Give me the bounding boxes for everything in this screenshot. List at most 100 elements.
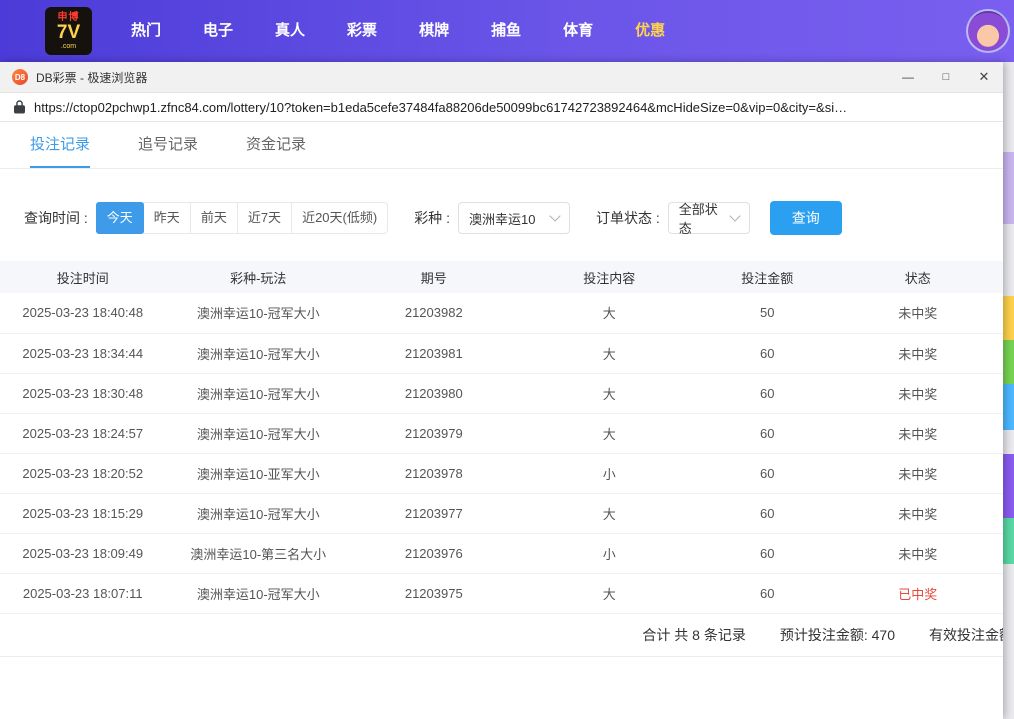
table-cell: 21203980 <box>351 373 516 413</box>
tab-1[interactable]: 追号记录 <box>138 122 198 168</box>
status-cell: 未中奖 <box>832 413 1003 453</box>
background-color-block <box>1003 340 1014 384</box>
table-row: 2025-03-23 18:09:49澳洲幸运10-第三名大小21203976小… <box>0 533 1003 573</box>
table-cell: 小 <box>517 453 703 493</box>
table-cell: 澳洲幸运10-亚军大小 <box>165 453 351 493</box>
table-cell: 澳洲幸运10-冠军大小 <box>165 293 351 333</box>
table-cell: 2025-03-23 18:09:49 <box>0 533 165 573</box>
status-cell: 未中奖 <box>832 453 1003 493</box>
site-logo[interactable]: 申博 7V .com <box>45 7 92 55</box>
footer-total-count: 合计 共 8 条记录 <box>642 625 745 645</box>
nav-item-7[interactable]: 优惠 <box>614 0 686 62</box>
status-cell: 未中奖 <box>832 373 1003 413</box>
table-cell: 澳洲幸运10-第三名大小 <box>165 533 351 573</box>
table-cell: 60 <box>702 533 832 573</box>
time-option-4[interactable]: 近20天(低频) <box>291 202 388 234</box>
status-cell: 已中奖 <box>832 573 1003 613</box>
tab-0[interactable]: 投注记录 <box>30 122 90 168</box>
table-header-row: 投注时间彩种-玩法期号投注内容投注金额状态 <box>0 261 1003 293</box>
table-cell: 60 <box>702 453 832 493</box>
footer-valid-amount: 有效投注金额 <box>929 625 1003 645</box>
table-row: 2025-03-23 18:07:11澳洲幸运10-冠军大小21203975大6… <box>0 573 1003 613</box>
column-header: 状态 <box>832 261 1003 293</box>
background-color-block <box>1003 454 1014 518</box>
column-header: 投注内容 <box>517 261 703 293</box>
status-cell: 未中奖 <box>832 493 1003 533</box>
browser-app-icon: D8 <box>12 69 28 85</box>
maximize-button[interactable]: □ <box>927 62 965 92</box>
status-cell: 未中奖 <box>832 333 1003 373</box>
background-color-block <box>1003 384 1014 430</box>
close-button[interactable]: ✕ <box>965 62 1003 92</box>
background-color-block <box>1003 518 1014 564</box>
column-header: 投注时间 <box>0 261 165 293</box>
status-filter-label: 订单状态 : <box>596 208 660 228</box>
lottery-select-value: 澳洲幸运10 <box>469 209 535 228</box>
table-cell: 21203976 <box>351 533 516 573</box>
table-cell: 21203975 <box>351 573 516 613</box>
table-cell: 大 <box>517 333 703 373</box>
totals-bar: 合计 共 8 条记录 预计投注金额: 470 有效投注金额 <box>0 614 1003 657</box>
bet-records-table: 投注时间彩种-玩法期号投注内容投注金额状态 2025-03-23 18:40:4… <box>0 261 1003 614</box>
table-cell: 大 <box>517 373 703 413</box>
table-row: 2025-03-23 18:34:44澳洲幸运10-冠军大小21203981大6… <box>0 333 1003 373</box>
column-header: 期号 <box>351 261 516 293</box>
lottery-filter-label: 彩种 : <box>414 208 450 228</box>
footer-expected-amount: 预计投注金额: 470 <box>780 625 895 645</box>
table-cell: 大 <box>517 293 703 333</box>
table-cell: 澳洲幸运10-冠军大小 <box>165 493 351 533</box>
time-option-1[interactable]: 昨天 <box>143 202 191 234</box>
logo-text-main: 7V <box>57 23 80 43</box>
table-cell: 21203977 <box>351 493 516 533</box>
status-cell: 未中奖 <box>832 533 1003 573</box>
browser-window: D8 DB彩票 - 极速浏览器 — □ ✕ https://ctop02pchw… <box>0 62 1003 719</box>
minimize-button[interactable]: — <box>889 62 927 92</box>
nav-item-3[interactable]: 彩票 <box>326 0 398 62</box>
table-cell: 澳洲幸运10-冠军大小 <box>165 413 351 453</box>
address-bar[interactable]: https://ctop02pchwp1.zfnc84.com/lottery/… <box>0 93 1003 122</box>
search-button[interactable]: 查询 <box>770 201 842 235</box>
table-cell: 21203981 <box>351 333 516 373</box>
record-tabs: 投注记录 追号记录 资金记录 <box>0 122 1003 169</box>
time-option-2[interactable]: 前天 <box>190 202 238 234</box>
site-header: 申博 7V .com 热门电子真人彩票棋牌捕鱼体育优惠 <box>0 0 1014 62</box>
lock-icon <box>14 100 25 114</box>
background-color-block <box>1003 296 1014 340</box>
nav-item-0[interactable]: 热门 <box>110 0 182 62</box>
table-cell: 2025-03-23 18:24:57 <box>0 413 165 453</box>
column-header: 投注金额 <box>702 261 832 293</box>
nav-item-6[interactable]: 体育 <box>542 0 614 62</box>
table-cell: 60 <box>702 373 832 413</box>
table-row: 2025-03-23 18:30:48澳洲幸运10-冠军大小21203980大6… <box>0 373 1003 413</box>
status-cell: 未中奖 <box>832 293 1003 333</box>
column-header: 彩种-玩法 <box>165 261 351 293</box>
table-cell: 澳洲幸运10-冠军大小 <box>165 333 351 373</box>
table-cell: 澳洲幸运10-冠军大小 <box>165 373 351 413</box>
table-row: 2025-03-23 18:24:57澳洲幸运10-冠军大小21203979大6… <box>0 413 1003 453</box>
time-option-3[interactable]: 近7天 <box>237 202 292 234</box>
nav-item-1[interactable]: 电子 <box>182 0 254 62</box>
window-titlebar: D8 DB彩票 - 极速浏览器 — □ ✕ <box>0 62 1003 93</box>
tab-2[interactable]: 资金记录 <box>246 122 306 168</box>
lottery-select[interactable]: 澳洲幸运10 <box>458 202 570 234</box>
url-text[interactable]: https://ctop02pchwp1.zfnc84.com/lottery/… <box>34 100 994 115</box>
nav-item-2[interactable]: 真人 <box>254 0 326 62</box>
table-cell: 大 <box>517 413 703 453</box>
chevron-down-icon <box>549 210 560 221</box>
table-cell: 2025-03-23 18:40:48 <box>0 293 165 333</box>
table-cell: 21203978 <box>351 453 516 493</box>
table-cell: 澳洲幸运10-冠军大小 <box>165 573 351 613</box>
time-option-group: 今天昨天前天近7天近20天(低频) <box>96 202 388 234</box>
user-avatar[interactable] <box>966 9 1010 53</box>
time-option-0[interactable]: 今天 <box>96 202 144 234</box>
status-select-value: 全部状态 <box>679 199 721 237</box>
table-cell: 2025-03-23 18:30:48 <box>0 373 165 413</box>
table-cell: 大 <box>517 493 703 533</box>
table-row: 2025-03-23 18:20:52澳洲幸运10-亚军大小21203978小6… <box>0 453 1003 493</box>
logo-text-sub: .com <box>61 43 76 50</box>
nav-item-5[interactable]: 捕鱼 <box>470 0 542 62</box>
status-select[interactable]: 全部状态 <box>668 202 750 234</box>
main-nav: 热门电子真人彩票棋牌捕鱼体育优惠 <box>110 0 686 62</box>
table-cell: 21203979 <box>351 413 516 453</box>
nav-item-4[interactable]: 棋牌 <box>398 0 470 62</box>
